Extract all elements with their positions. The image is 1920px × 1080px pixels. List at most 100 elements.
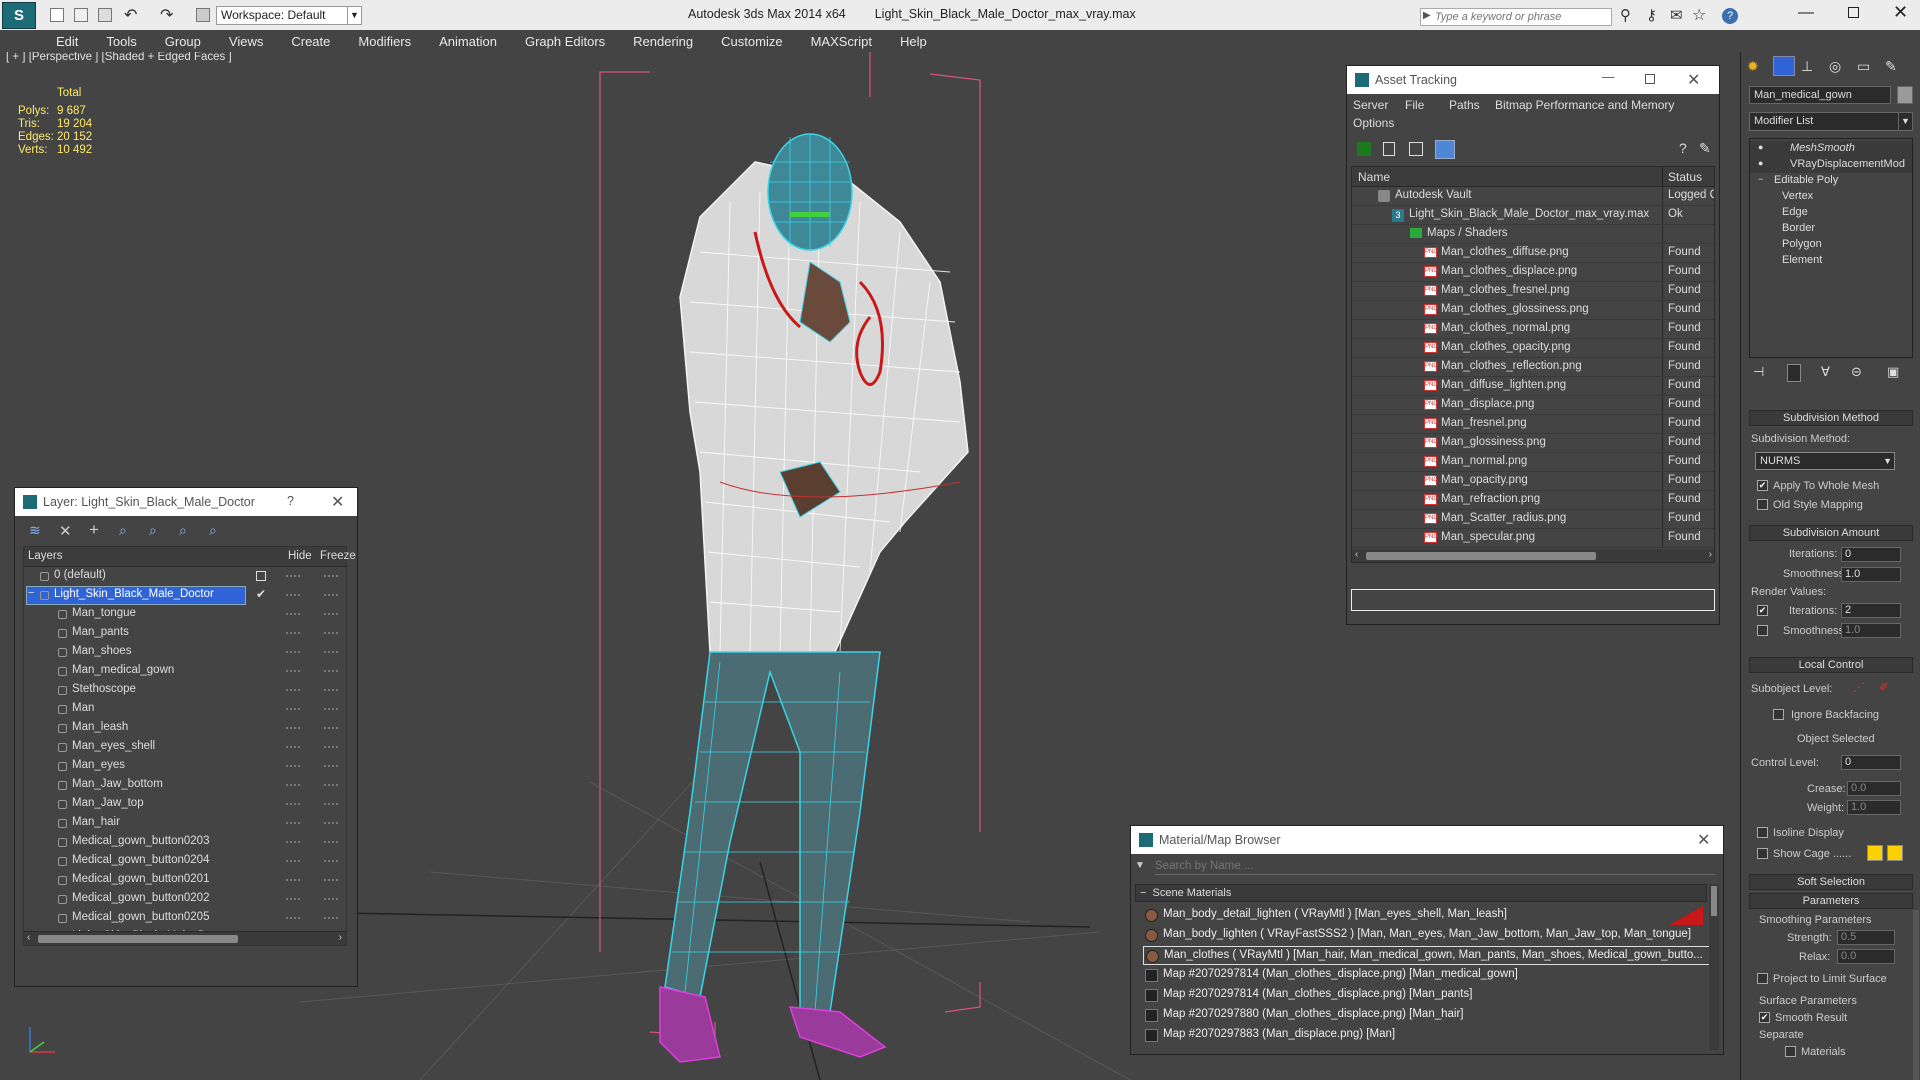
- save-file-icon[interactable]: [98, 8, 112, 22]
- layer-row[interactable]: Medical_gown_button0201: [24, 871, 346, 890]
- freeze-toggle[interactable]: [324, 765, 338, 767]
- scroll-left-icon[interactable]: ‹: [27, 932, 30, 943]
- material-row[interactable]: Man_body_detail_lighten ( VRayMtl ) [Man…: [1143, 906, 1713, 925]
- layer-row[interactable]: Man_Jaw_bottom: [24, 776, 346, 795]
- delete-layer-icon[interactable]: ✕: [59, 522, 72, 540]
- list-view-icon[interactable]: [1383, 142, 1395, 156]
- close-button[interactable]: ✕: [1893, 2, 1908, 23]
- project-limit-checkbox[interactable]: [1757, 973, 1768, 984]
- hide-toggle[interactable]: [286, 689, 300, 691]
- freeze-layer-icon[interactable]: ⌕: [209, 522, 217, 539]
- scroll-right-icon[interactable]: ›: [339, 932, 342, 943]
- asset-row[interactable]: PNG Man_refraction.png Found: [1352, 491, 1714, 510]
- smoothness-spinner[interactable]: 1.0: [1841, 567, 1901, 582]
- asset-row[interactable]: 3 Light_Skin_Black_Male_Doctor_max_vray.m…: [1352, 206, 1714, 225]
- new-file-icon[interactable]: [50, 8, 64, 22]
- asset-maximize-button[interactable]: [1645, 74, 1655, 84]
- scene-materials-header[interactable]: − Scene Materials: [1135, 884, 1707, 902]
- material-vscrollbar[interactable]: [1709, 884, 1719, 1050]
- freeze-toggle[interactable]: [324, 670, 338, 672]
- freeze-toggle[interactable]: [324, 822, 338, 824]
- make-unique-icon[interactable]: ∀: [1821, 364, 1830, 380]
- menu-item-edit[interactable]: Edit: [56, 34, 78, 49]
- hide-toggle[interactable]: [286, 651, 300, 653]
- asset-row[interactable]: PNG Man_clothes_opacity.png Found: [1352, 339, 1714, 358]
- hide-toggle[interactable]: [286, 822, 300, 824]
- asset-row[interactable]: PNG Man_glossiness.png Found: [1352, 434, 1714, 453]
- edge-subobject-icon[interactable]: ✐: [1879, 680, 1889, 694]
- show-cage-checkbox[interactable]: [1757, 848, 1768, 859]
- apply-whole-mesh-checkbox[interactable]: ✔: [1757, 480, 1768, 491]
- key-icon[interactable]: ⚷: [1646, 6, 1657, 24]
- modifier-stack-item[interactable]: Polygon: [1750, 237, 1912, 253]
- modifier-stack-item[interactable]: ● MeshSmooth: [1750, 141, 1912, 157]
- modifier-stack-item[interactable]: Vertex: [1750, 189, 1912, 205]
- scroll-right-icon[interactable]: ›: [1709, 549, 1712, 560]
- search-input[interactable]: [1435, 10, 1607, 24]
- app-logo-icon[interactable]: S: [2, 2, 36, 29]
- vertex-subobject-icon[interactable]: ⋰: [1853, 680, 1865, 694]
- old-style-mapping-checkbox[interactable]: [1757, 499, 1768, 510]
- hide-toggle[interactable]: [286, 708, 300, 710]
- layer-row[interactable]: − Light_Skin_Black_Male_Doctor ✔: [24, 586, 346, 605]
- lightbulb-icon[interactable]: ●: [1758, 142, 1763, 152]
- hide-toggle[interactable]: [286, 917, 300, 919]
- menu-item-rendering[interactable]: Rendering: [633, 34, 693, 49]
- layer-row[interactable]: Man_Jaw_top: [24, 795, 346, 814]
- menu-item-customize[interactable]: Customize: [721, 34, 782, 49]
- ignore-backfacing-checkbox[interactable]: [1773, 709, 1784, 720]
- layer-row[interactable]: Man_eyes_shell: [24, 738, 346, 757]
- asset-path-field[interactable]: [1351, 589, 1715, 611]
- asset-menu-server[interactable]: Server: [1353, 98, 1388, 112]
- layer-row[interactable]: Man_pants: [24, 624, 346, 643]
- project-folder-icon[interactable]: [196, 8, 210, 22]
- layer-row[interactable]: 0 (default): [24, 567, 346, 586]
- freeze-toggle[interactable]: [324, 708, 338, 710]
- menu-item-create[interactable]: Create: [291, 34, 330, 49]
- modifier-stack-item[interactable]: ● VRayDisplacementMod: [1750, 157, 1912, 173]
- material-browser-header[interactable]: Material/Map Browser ✕: [1131, 826, 1723, 854]
- modifier-stack-item[interactable]: Border: [1750, 221, 1912, 237]
- cage-color-swatch-1[interactable]: [1867, 845, 1883, 861]
- tree-view-icon[interactable]: [1409, 142, 1423, 156]
- asset-row[interactable]: Autodesk Vault Logged O: [1352, 187, 1714, 206]
- material-row[interactable]: Man_body_lighten ( VRayFastSSS2 ) [Man, …: [1143, 926, 1713, 945]
- object-name-field[interactable]: Man_medical_gown: [1749, 86, 1891, 104]
- col-layers[interactable]: Layers: [28, 550, 63, 562]
- layer-row[interactable]: Medical_gown_button0203: [24, 833, 346, 852]
- asset-row[interactable]: PNG Man_Scatter_radius.png Found: [1352, 510, 1714, 529]
- expand-toggle-icon[interactable]: −: [28, 587, 34, 599]
- freeze-toggle[interactable]: [324, 784, 338, 786]
- asset-row[interactable]: PNG Man_clothes_diffuse.png Found: [1352, 244, 1714, 263]
- search-box[interactable]: ▶: [1420, 8, 1612, 26]
- refresh-icon[interactable]: [1357, 142, 1371, 156]
- asset-row[interactable]: PNG Man_diffuse_lighten.png Found: [1352, 377, 1714, 396]
- strength-spinner[interactable]: 0.5: [1837, 930, 1895, 945]
- browser-options-icon[interactable]: ▼: [1135, 860, 1145, 871]
- pin-stack-icon[interactable]: ⊣: [1753, 364, 1764, 380]
- modifier-stack-item[interactable]: − Editable Poly: [1750, 173, 1912, 189]
- layer-row[interactable]: Medical_gown_button0204: [24, 852, 346, 871]
- menu-item-help[interactable]: Help: [900, 34, 927, 49]
- workspace-dropdown[interactable]: Workspace: Default ▼: [216, 6, 362, 25]
- layer-row[interactable]: Man_tongue: [24, 605, 346, 624]
- layer-row[interactable]: Man_leash: [24, 719, 346, 738]
- menu-item-views[interactable]: Views: [229, 34, 263, 49]
- control-level-spinner[interactable]: 0: [1841, 755, 1901, 770]
- help-icon[interactable]: ?: [1722, 8, 1738, 24]
- asset-menu-paths[interactable]: Paths: [1449, 98, 1480, 112]
- materials-checkbox[interactable]: [1785, 1046, 1796, 1057]
- hide-toggle[interactable]: [286, 803, 300, 805]
- scroll-thumb[interactable]: [1711, 886, 1717, 916]
- crease-spinner[interactable]: 0.0: [1847, 781, 1901, 796]
- favorites-star-icon[interactable]: ☆: [1692, 5, 1706, 25]
- cage-color-swatch-2[interactable]: [1887, 845, 1903, 861]
- motion-tab-icon[interactable]: ◎: [1829, 58, 1841, 75]
- command-panel-scrollbar[interactable]: [1913, 910, 1919, 1080]
- isoline-display-checkbox[interactable]: [1757, 827, 1768, 838]
- layer-row[interactable]: Man_shoes: [24, 643, 346, 662]
- hide-toggle[interactable]: [286, 746, 300, 748]
- freeze-toggle[interactable]: [324, 632, 338, 634]
- material-browser-close-button[interactable]: ✕: [1697, 830, 1710, 850]
- layer-row[interactable]: Man_medical_gown: [24, 662, 346, 681]
